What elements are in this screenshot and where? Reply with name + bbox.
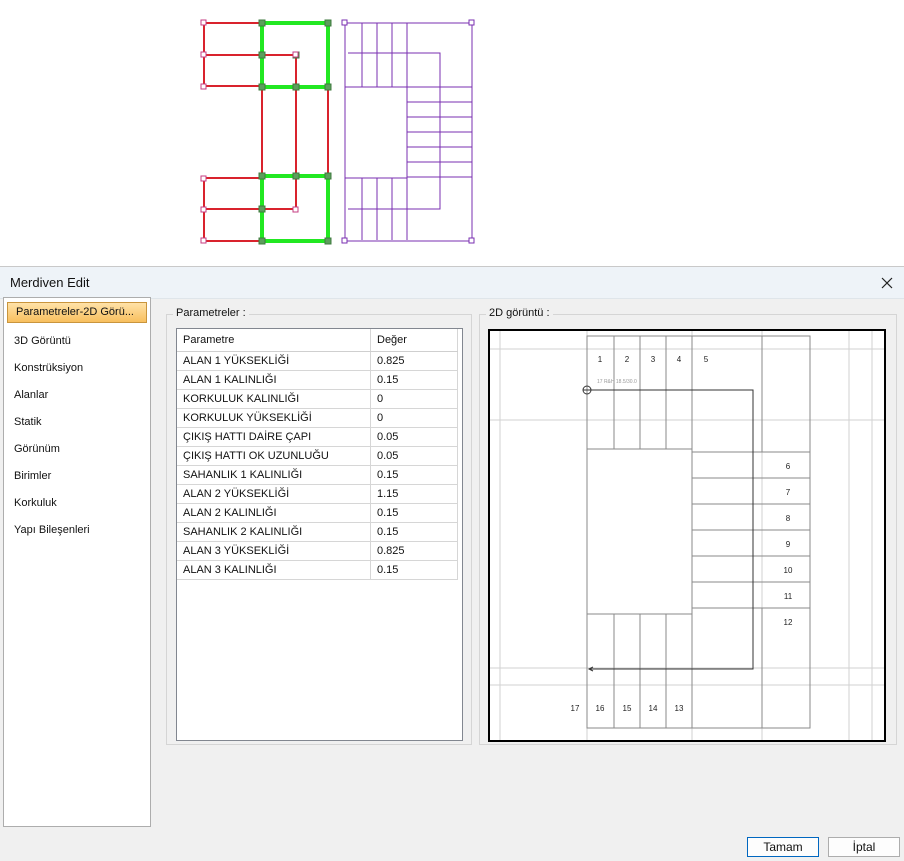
step-number-label: 16 xyxy=(596,704,605,713)
step-number-label: 6 xyxy=(786,462,791,471)
nav-item-birimler[interactable]: Birimler xyxy=(4,466,150,488)
parameter-name-cell: ALAN 1 YÜKSEKLİĞİ xyxy=(177,351,371,371)
cad-canvas[interactable] xyxy=(0,0,904,265)
nav-item-label: Konstrüksiyon xyxy=(14,362,84,374)
nav-item-label: 3D Görüntü xyxy=(14,335,71,347)
step-number-label: 7 xyxy=(786,488,791,497)
step-number-label: 3 xyxy=(651,355,656,364)
nav-item-label: Korkuluk xyxy=(14,497,57,509)
preview-legend: 2D görüntü : xyxy=(486,307,553,319)
parameter-value-cell[interactable]: 0 xyxy=(370,389,458,409)
nav-item-statik[interactable]: Statik xyxy=(4,412,150,434)
step-number-label: 10 xyxy=(784,566,793,575)
nav-item-parametreler-2d[interactable]: Parametreler-2D Görü... xyxy=(7,302,147,323)
parameter-name-cell: KORKULUK YÜKSEKLİĞİ xyxy=(177,408,371,428)
table-row[interactable]: ALAN 1 KALINLIĞI 0.15 xyxy=(177,370,458,390)
preview-group: 2D görüntü : 1 2 3 4 5 6 7 8 9 10 11 12 … xyxy=(479,307,897,745)
parameter-name-cell: ÇIKIŞ HATTI DAİRE ÇAPI xyxy=(177,427,371,447)
step-number-label: 9 xyxy=(786,540,791,549)
nav-item-label: Alanlar xyxy=(14,389,49,401)
step-number-label: 11 xyxy=(784,592,793,601)
nav-item-alanlar[interactable]: Alanlar xyxy=(4,385,150,407)
parameter-name-cell: ALAN 2 YÜKSEKLİĞİ xyxy=(177,484,371,504)
parameters-table[interactable]: Parametre Değer ALAN 1 YÜKSEKLİĞİ 0.825 AL… xyxy=(176,328,463,741)
nav-item-korkuluk[interactable]: Korkuluk xyxy=(4,493,150,515)
merdiven-edit-dialog: Merdiven Edit Parametreler-2D Görü... 3D… xyxy=(0,266,904,861)
parameter-name-cell: ALAN 2 KALINLIĞI xyxy=(177,503,371,523)
nav-item-3d-goruntu[interactable]: 3D Görüntü xyxy=(4,331,150,353)
close-button[interactable] xyxy=(870,267,904,298)
parameter-name-cell: SAHANLIK 2 KALINLIĞI xyxy=(177,522,371,542)
nav-item-label: Statik xyxy=(14,416,42,428)
dialog-title: Merdiven Edit xyxy=(10,275,90,290)
dialog-titlebar: Merdiven Edit xyxy=(0,267,904,299)
step-number-label: 1 xyxy=(598,355,603,364)
nav-item-konstruksiyon[interactable]: Konstrüksiyon xyxy=(4,358,150,380)
step-number-label: 5 xyxy=(704,355,709,364)
category-list[interactable]: Parametreler-2D Görü... 3D Görüntü Konst… xyxy=(3,297,151,827)
table-row[interactable]: KORKULUK YÜKSEKLİĞİ 0 xyxy=(177,408,458,428)
table-row[interactable]: SAHANLIK 1 KALINLIĞI 0.15 xyxy=(177,465,458,485)
stair-annotation: 17 R&H 18.5/30.0 xyxy=(597,379,637,385)
parameter-value-cell[interactable]: 0.15 xyxy=(370,522,458,542)
step-number-label: 4 xyxy=(677,355,682,364)
step-number-label: 15 xyxy=(623,704,632,713)
cancel-button[interactable]: İptal xyxy=(828,837,900,857)
stair-2d-preview: 1 2 3 4 5 6 7 8 9 10 11 12 13 14 15 16 17 17 R&H 18.5/30… xyxy=(488,329,886,742)
close-icon xyxy=(881,277,893,288)
column-header-parametre[interactable]: Parametre xyxy=(177,329,371,352)
parameter-value-cell[interactable]: 0.15 xyxy=(370,465,458,485)
parameter-name-cell: ÇIKIŞ HATTI OK UZUNLUĞU xyxy=(177,446,371,466)
parameter-value-cell[interactable]: 0.05 xyxy=(370,427,458,447)
ok-button[interactable]: Tamam xyxy=(747,837,819,857)
step-number-label: 17 xyxy=(571,704,580,713)
nav-item-label: Birimler xyxy=(14,470,52,482)
table-row[interactable]: SAHANLIK 2 KALINLIĞI 0.15 xyxy=(177,522,458,542)
parameter-value-cell[interactable]: 0.825 xyxy=(370,541,458,561)
table-row[interactable]: ALAN 2 YÜKSEKLİĞİ 1.15 xyxy=(177,484,458,504)
nav-item-gorunum[interactable]: Görünüm xyxy=(4,439,150,461)
nav-item-label: Görünüm xyxy=(14,443,60,455)
parameter-value-cell[interactable]: 0.15 xyxy=(370,370,458,390)
parameter-value-cell[interactable]: 0.05 xyxy=(370,446,458,466)
stair-plan-purple xyxy=(344,22,473,242)
preview-drawing: 1 2 3 4 567891011121314151617 17 R&H 18.5/30… xyxy=(490,331,884,740)
parameter-value-cell[interactable]: 0.15 xyxy=(370,503,458,523)
table-row[interactable]: ÇIKIŞ HATTI OK UZUNLUĞU 0.05 xyxy=(177,446,458,466)
parameter-name-cell: KORKULUK KALINLIĞI xyxy=(177,389,371,409)
nav-item-label: Parametreler-2D Görü... xyxy=(16,306,134,318)
parameter-name-cell: ALAN 3 KALINLIĞI xyxy=(177,560,371,580)
stair-frame-red xyxy=(203,22,329,242)
nav-item-label: Yapı Bileşenleri xyxy=(14,524,90,536)
parameter-value-cell[interactable]: 0 xyxy=(370,408,458,428)
parameter-value-cell[interactable]: 0.825 xyxy=(370,351,458,371)
step-number-label: 2 xyxy=(625,355,630,364)
table-row[interactable]: ALAN 3 KALINLIĞI 0.15 xyxy=(177,560,458,580)
table-row[interactable]: ÇIKIŞ HATTI DAİRE ÇAPI 0.05 xyxy=(177,427,458,447)
table-header-row: Parametre Değer xyxy=(177,329,458,352)
step-number-label: 13 xyxy=(675,704,684,713)
parameter-name-cell: ALAN 3 YÜKSEKLİĞİ xyxy=(177,541,371,561)
table-row[interactable]: ALAN 2 KALINLIĞI 0.15 xyxy=(177,503,458,523)
parameter-name-cell: ALAN 1 KALINLIĞI xyxy=(177,370,371,390)
step-number-label: 14 xyxy=(649,704,658,713)
table-row[interactable]: ALAN 3 YÜKSEKLİĞİ 0.825 xyxy=(177,541,458,561)
parameter-value-cell[interactable]: 1.15 xyxy=(370,484,458,504)
parameter-name-cell: SAHANLIK 1 KALINLIĞI xyxy=(177,465,371,485)
step-number-label: 8 xyxy=(786,514,791,523)
parameters-group: Parametreler : Parametre Değer ALAN 1 YÜ… xyxy=(166,307,472,745)
table-row[interactable]: ALAN 1 YÜKSEKLİĞİ 0.825 xyxy=(177,351,458,371)
parameter-value-cell[interactable]: 0.15 xyxy=(370,560,458,580)
step-number-label: 12 xyxy=(784,618,793,627)
table-row[interactable]: KORKULUK KALINLIĞI 0 xyxy=(177,389,458,409)
parameters-legend: Parametreler : xyxy=(173,307,249,319)
nav-item-yapi-bilesenleri[interactable]: Yapı Bileşenleri xyxy=(4,520,150,542)
column-header-deger[interactable]: Değer xyxy=(370,329,458,352)
